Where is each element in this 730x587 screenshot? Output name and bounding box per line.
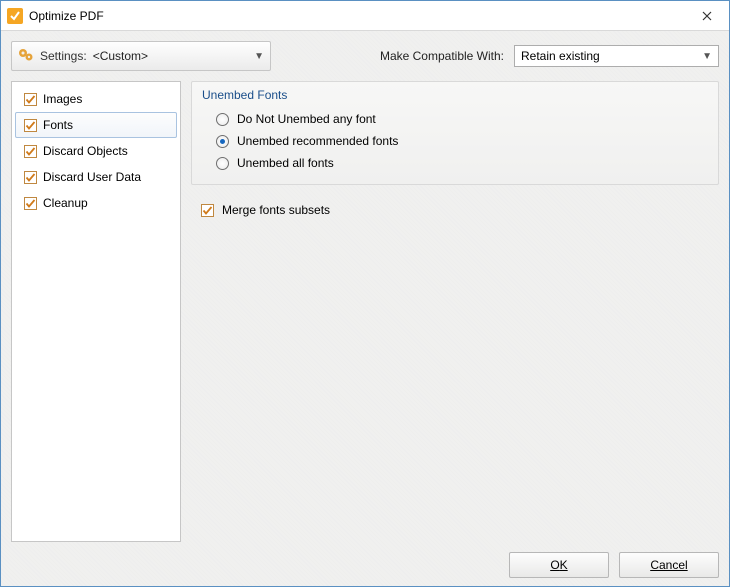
sidebar-item-fonts[interactable]: Fonts [15, 112, 177, 138]
sidebar-item-label: Images [43, 92, 82, 106]
dialog-window: Optimize PDF Settings: <Custom> ▼ Make C… [0, 0, 730, 587]
radio-option[interactable]: Unembed recommended fonts [192, 130, 718, 152]
checkbox-icon[interactable] [24, 171, 37, 184]
sidebar-item-images[interactable]: Images [15, 86, 177, 112]
gears-icon [18, 47, 34, 66]
compat-dropdown[interactable]: Retain existing ▼ [514, 45, 719, 67]
radio-icon [216, 135, 229, 148]
sidebar-item-discard-user-data[interactable]: Discard User Data [15, 164, 177, 190]
category-sidebar: Images Fonts Discard Objects Discard User D… [11, 81, 181, 542]
radio-label: Unembed recommended fonts [237, 134, 398, 148]
settings-value: <Custom> [93, 49, 148, 63]
settings-label: Settings: [40, 49, 87, 63]
checkbox-icon[interactable] [24, 197, 37, 210]
radio-option[interactable]: Do Not Unembed any font [192, 108, 718, 130]
checkbox-icon[interactable] [24, 119, 37, 132]
sidebar-item-label: Fonts [43, 118, 73, 132]
sidebar-item-label: Discard User Data [43, 170, 141, 184]
radio-option[interactable]: Unembed all fonts [192, 152, 718, 174]
radio-icon [216, 113, 229, 126]
sidebar-item-label: Discard Objects [43, 144, 128, 158]
checkbox-icon[interactable] [24, 93, 37, 106]
dialog-body: Settings: <Custom> ▼ Make Compatible Wit… [1, 31, 729, 586]
top-row: Settings: <Custom> ▼ Make Compatible Wit… [11, 41, 719, 71]
close-button[interactable] [684, 1, 729, 30]
settings-dropdown[interactable]: Settings: <Custom> ▼ [11, 41, 271, 71]
radio-label: Do Not Unembed any font [237, 112, 376, 126]
group-title: Unembed Fonts [192, 82, 718, 108]
middle-area: Images Fonts Discard Objects Discard User D… [11, 81, 719, 542]
sidebar-item-cleanup[interactable]: Cleanup [15, 190, 177, 216]
main-panel: Unembed Fonts Do Not Unembed any font Une… [191, 81, 719, 542]
checkbox-icon[interactable] [24, 145, 37, 158]
sidebar-item-discard-objects[interactable]: Discard Objects [15, 138, 177, 164]
cancel-label: Cancel [650, 558, 687, 572]
merge-fonts-label: Merge fonts subsets [222, 203, 330, 217]
ok-label: OK [550, 558, 567, 572]
unembed-fonts-group: Unembed Fonts Do Not Unembed any font Une… [191, 81, 719, 185]
close-icon [702, 11, 712, 21]
sidebar-item-label: Cleanup [43, 196, 88, 210]
chevron-down-icon: ▼ [702, 51, 712, 62]
compat-label: Make Compatible With: [380, 49, 504, 63]
dialog-footer: OK Cancel [11, 542, 719, 578]
ok-button[interactable]: OK [509, 552, 609, 578]
cancel-button[interactable]: Cancel [619, 552, 719, 578]
chevron-down-icon: ▼ [254, 51, 264, 62]
titlebar: Optimize PDF [1, 1, 729, 31]
checkbox-icon [201, 204, 214, 217]
radio-label: Unembed all fonts [237, 156, 334, 170]
app-icon [7, 8, 23, 24]
compat-value: Retain existing [521, 49, 702, 63]
radio-icon [216, 157, 229, 170]
window-title: Optimize PDF [29, 9, 684, 23]
merge-fonts-row[interactable]: Merge fonts subsets [191, 199, 719, 221]
